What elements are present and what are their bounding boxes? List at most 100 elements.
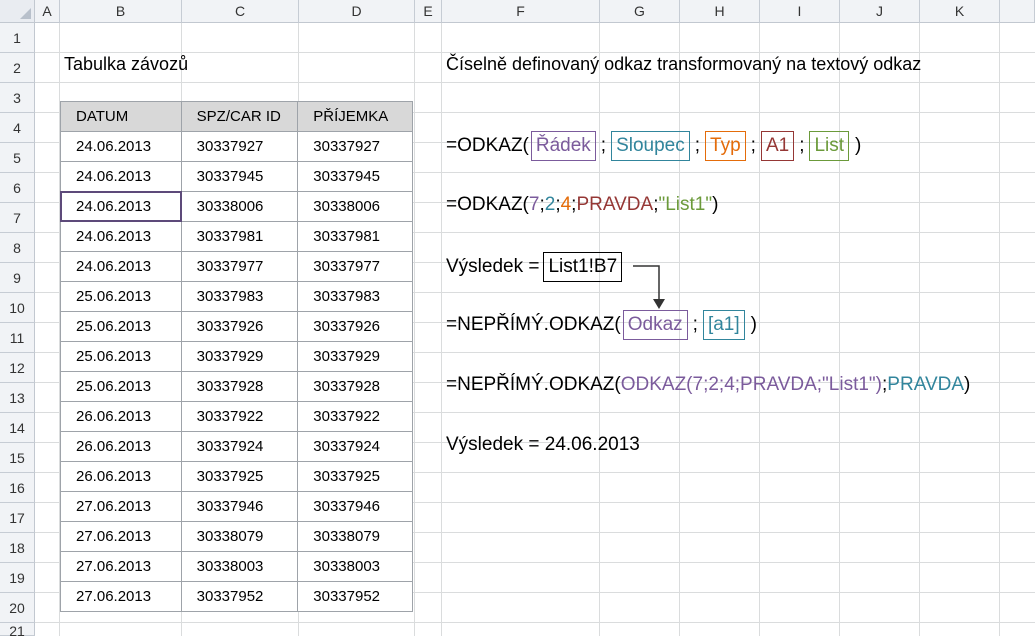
table-row: 27.06.2013 30337946 30337946 [60,491,413,522]
header-spz[interactable]: SPZ/CAR ID [180,101,299,132]
column-header-j[interactable]: J [840,0,920,23]
cell-prijemka[interactable]: 30337922 [297,401,413,432]
cell-datum[interactable]: 26.06.2013 [60,461,182,492]
row-header-21[interactable]: 21 [0,623,35,639]
column-header-h[interactable]: H [680,0,760,23]
header-prijemka[interactable]: PŘÍJEMKA [297,101,413,132]
cell-prijemka[interactable]: 30337925 [297,461,413,492]
formula-suffix: ) [964,374,971,395]
cell-prijemka[interactable]: 30337928 [297,371,413,402]
value-type: 4 [560,194,572,215]
cell-spz[interactable]: 30337922 [180,401,299,432]
value-a1: PRAVDA [576,194,654,215]
cell-prijemka[interactable]: 30338003 [297,551,413,582]
row-header-14[interactable]: 14 [0,413,35,443]
cell-datum[interactable]: 25.06.2013 [60,341,182,372]
cell-spz[interactable]: 30338003 [180,551,299,582]
column-header-f[interactable]: F [442,0,600,23]
spreadsheet-grid[interactable]: A B C D E F G H I J K 1 2 3 4 5 6 7 8 9 … [0,0,1035,639]
cell-datum[interactable]: 25.06.2013 [60,311,182,342]
row-header-3[interactable]: 3 [0,83,35,113]
cell-spz[interactable]: 30337946 [180,491,299,522]
cell-datum[interactable]: 27.06.2013 [60,491,182,522]
row-header-12[interactable]: 12 [0,353,35,383]
row-header-9[interactable]: 9 [0,263,35,293]
cell-datum[interactable]: 24.06.2013 [60,131,182,162]
cell-datum[interactable]: 26.06.2013 [60,401,182,432]
table-row: 24.06.2013 30337927 30337927 [60,131,413,162]
row-header-18[interactable]: 18 [0,533,35,563]
row-header-16[interactable]: 16 [0,473,35,503]
cell-datum[interactable]: 25.06.2013 [60,281,182,312]
formula-neprimy-combined: =NEPŘÍMÝ.ODKAZ(ODKAZ(7;2;4;PRAVDA;"List1… [446,374,970,396]
cell-spz[interactable]: 30337928 [180,371,299,402]
row-header-15[interactable]: 15 [0,443,35,473]
cell-prijemka[interactable]: 30337924 [297,431,413,462]
row-header-13[interactable]: 13 [0,383,35,413]
result-label: Výsledek = [446,256,540,277]
row-header-17[interactable]: 17 [0,503,35,533]
cell-datum[interactable]: 25.06.2013 [60,371,182,402]
column-header-l[interactable] [1000,0,1035,23]
cell-prijemka[interactable]: 30337983 [297,281,413,312]
row-header-1[interactable]: 1 [0,23,35,53]
cell-prijemka[interactable]: 30337926 [297,311,413,342]
cell-spz[interactable]: 30337977 [180,251,299,282]
cell-prijemka[interactable]: 30338006 [297,191,413,222]
cell-spz[interactable]: 30337929 [180,341,299,372]
column-header-k[interactable]: K [920,0,1000,23]
cell-spz[interactable]: 30337983 [180,281,299,312]
cell-spz[interactable]: 30337927 [180,131,299,162]
column-header-i[interactable]: I [760,0,840,23]
cell-prijemka[interactable]: 30337929 [297,341,413,372]
cell-datum[interactable]: 27.06.2013 [60,581,182,612]
cell-spz[interactable]: 30337924 [180,431,299,462]
table-row: 27.06.2013 30338003 30338003 [60,551,413,582]
column-header-e[interactable]: E [415,0,442,23]
cell-datum[interactable]: 26.06.2013 [60,431,182,462]
value-a1: PRAVDA [887,374,965,395]
select-all-corner[interactable] [0,0,35,23]
cell-prijemka[interactable]: 30337977 [297,251,413,282]
row-header-5[interactable]: 5 [0,143,35,173]
formula-prefix: =NEPŘÍMÝ.ODKAZ( [446,314,621,335]
row-header-7[interactable]: 7 [0,203,35,233]
column-header-a[interactable]: A [35,0,60,23]
row-header-19[interactable]: 19 [0,563,35,593]
row-header-11[interactable]: 11 [0,323,35,353]
cell-spz[interactable]: 30338079 [180,521,299,552]
cell-spz[interactable]: 30337926 [180,311,299,342]
row-header-8[interactable]: 8 [0,233,35,263]
cell-spz[interactable]: 30337925 [180,461,299,492]
result-value: Výsledek = 24.06.2013 [446,434,640,455]
cell-prijemka[interactable]: 30337952 [297,581,413,612]
cell-prijemka[interactable]: 30337981 [297,221,413,252]
column-header-b[interactable]: B [60,0,182,23]
header-datum[interactable]: DATUM [60,101,182,132]
column-header-c[interactable]: C [182,0,299,23]
formula-prefix: =ODKAZ( [446,135,529,156]
cell-prijemka[interactable]: 30337927 [297,131,413,162]
cell-datum[interactable]: 24.06.2013 [60,251,182,282]
active-cell-selection[interactable] [60,191,182,222]
cell-datum[interactable]: 24.06.2013 [60,161,182,192]
cell-spz[interactable]: 30337981 [180,221,299,252]
row-header-20[interactable]: 20 [0,593,35,623]
row-header-2[interactable]: 2 [0,53,35,83]
cell-prijemka[interactable]: 30338079 [297,521,413,552]
cell-spz[interactable]: 30337945 [180,161,299,192]
cell-spz[interactable]: 30338006 [180,191,299,222]
row-header-4[interactable]: 4 [0,113,35,143]
formula-neprimy-syntax: =NEPŘÍMÝ.ODKAZ( Odkaz ; [a1] ) [446,310,757,340]
column-header-d[interactable]: D [299,0,415,23]
cell-datum[interactable]: 24.06.2013 [60,221,182,252]
row-header-6[interactable]: 6 [0,173,35,203]
cell-spz[interactable]: 30337952 [180,581,299,612]
column-header-g[interactable]: G [600,0,680,23]
cell-prijemka[interactable]: 30337946 [297,491,413,522]
cell-prijemka[interactable]: 30337945 [297,161,413,192]
row-header-10[interactable]: 10 [0,293,35,323]
cell-datum[interactable]: 27.06.2013 [60,551,182,582]
cell-datum[interactable]: 27.06.2013 [60,521,182,552]
table-row: 27.06.2013 30338079 30338079 [60,521,413,552]
